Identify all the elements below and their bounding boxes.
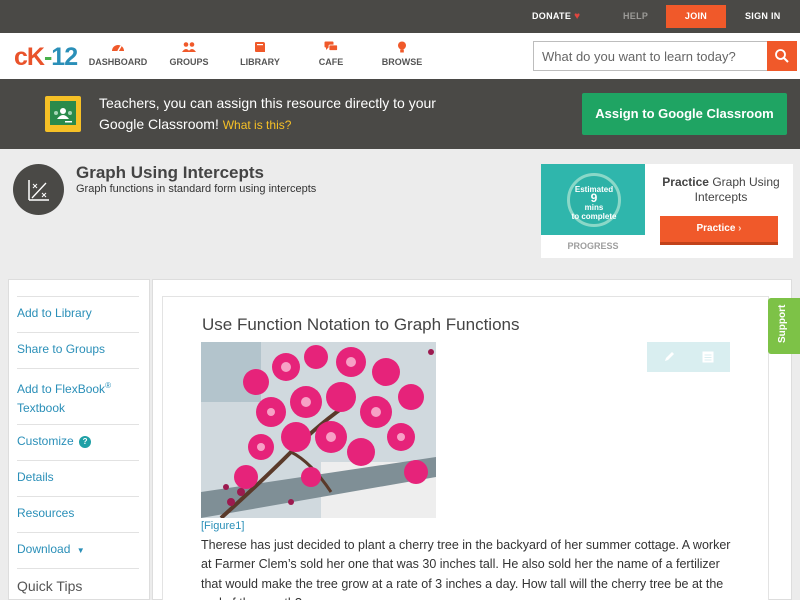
search-button[interactable]	[767, 41, 797, 71]
practice-title: Practice Graph Using Intercepts	[649, 175, 793, 205]
nav-library[interactable]: LIBRARY	[220, 41, 300, 67]
practice-button-label: Practice	[696, 223, 736, 234]
quick-tips-heading: Quick Tips	[17, 568, 139, 594]
resources-link[interactable]: Resources	[17, 496, 139, 523]
sidebar: Add to Library Share to Groups Add to Fl…	[8, 279, 150, 600]
google-classroom-icon	[45, 96, 81, 132]
registered-mark: ®	[105, 381, 111, 390]
graph-concept-icon	[13, 164, 64, 215]
library-icon	[255, 42, 265, 52]
support-label: Support	[777, 304, 788, 343]
dashboard-icon	[112, 45, 124, 52]
practice-title-bold: Practice	[662, 175, 709, 189]
caret-down-icon: ▼	[76, 546, 85, 555]
support-tab[interactable]: Support	[768, 298, 800, 354]
share-to-groups-link[interactable]: Share to Groups	[17, 332, 139, 359]
nav-browse-label: BROWSE	[381, 57, 423, 67]
practice-image: Estimated 9 mins to complete	[541, 164, 645, 235]
article-body: Therese has just decided to plant a cher…	[201, 538, 731, 600]
logo-12: 12	[51, 43, 78, 71]
estimated-minutes: 9	[590, 191, 598, 205]
nav-groups-label: GROUPS	[169, 57, 209, 67]
download-label: Download	[17, 542, 71, 556]
logo-k: K	[26, 43, 45, 71]
details-link[interactable]: Details	[17, 460, 139, 487]
heart-icon: ♥	[574, 11, 581, 22]
add-to-flexbook-label: Add to FlexBook	[17, 382, 106, 396]
banner-message: Teachers, you can assign this resource d…	[99, 93, 449, 136]
join-button[interactable]: JOIN	[666, 5, 726, 28]
customize-link[interactable]: Customize ?	[17, 424, 139, 451]
nav-cafe[interactable]: CAFE	[291, 41, 371, 67]
what-is-this-link[interactable]: What is this?	[223, 118, 292, 132]
customize-label: Customize	[17, 434, 74, 448]
groups-icon	[182, 42, 196, 52]
search-input[interactable]	[534, 42, 769, 70]
notes-icon[interactable]	[701, 350, 715, 364]
nav-dashboard[interactable]: DASHBOARD	[78, 41, 158, 67]
article-title: Use Function Notation to Graph Functions	[202, 315, 520, 334]
logo-c: c	[14, 43, 28, 71]
figure-label[interactable]: [Figure1]	[201, 520, 244, 532]
practice-card: Estimated 9 mins to complete PROGRESS Pr…	[541, 164, 793, 258]
to-complete-label: to complete	[571, 212, 617, 221]
search-box	[533, 41, 797, 71]
help-link[interactable]: HELP	[623, 0, 648, 33]
page-subtitle: Graph functions in standard form using i…	[76, 183, 317, 195]
textbook-label: Textbook	[17, 401, 66, 415]
sign-in-link[interactable]: SIGN IN	[745, 0, 781, 33]
cafe-icon	[324, 41, 338, 51]
nav-cafe-label: CAFE	[318, 57, 344, 67]
ck12-logo[interactable]: cK-12	[14, 43, 78, 72]
page-title: Graph Using Intercepts	[76, 163, 264, 182]
add-to-flexbook-link[interactable]: Add to FlexBook® Textbook	[17, 368, 139, 418]
progress-label: PROGRESS	[567, 241, 619, 251]
estimated-time-badge: Estimated 9 mins to complete	[567, 173, 621, 227]
nav-dashboard-label: DASHBOARD	[88, 57, 148, 67]
browse-icon	[398, 41, 406, 53]
mins-label: mins	[584, 203, 604, 212]
download-link[interactable]: Download ▼	[17, 532, 139, 560]
google-classroom-banner: Teachers, you can assign this resource d…	[0, 79, 800, 149]
add-to-library-link[interactable]: Add to Library	[17, 296, 139, 323]
cherry-blossom-image	[201, 342, 436, 518]
assign-to-google-classroom-button[interactable]: Assign to Google Classroom	[582, 93, 787, 135]
practice-button[interactable]: Practice ›	[660, 216, 778, 245]
top-utility-bar: DONATE ♥ HELP JOIN SIGN IN	[0, 0, 800, 33]
donate-link[interactable]: DONATE ♥	[532, 0, 580, 33]
help-question-icon[interactable]: ?	[79, 436, 92, 448]
donate-label: DONATE	[532, 11, 572, 21]
main-nav: cK-12 DASHBOARD GROUPS LIBRARY CAFE BROW…	[0, 33, 800, 79]
nav-browse[interactable]: BROWSE	[362, 41, 442, 67]
pencil-icon[interactable]	[662, 350, 676, 364]
chevron-right-icon: ›	[738, 223, 742, 234]
search-icon	[775, 49, 789, 63]
nav-library-label: LIBRARY	[240, 57, 280, 67]
article-tools	[647, 342, 730, 372]
nav-groups[interactable]: GROUPS	[149, 41, 229, 67]
